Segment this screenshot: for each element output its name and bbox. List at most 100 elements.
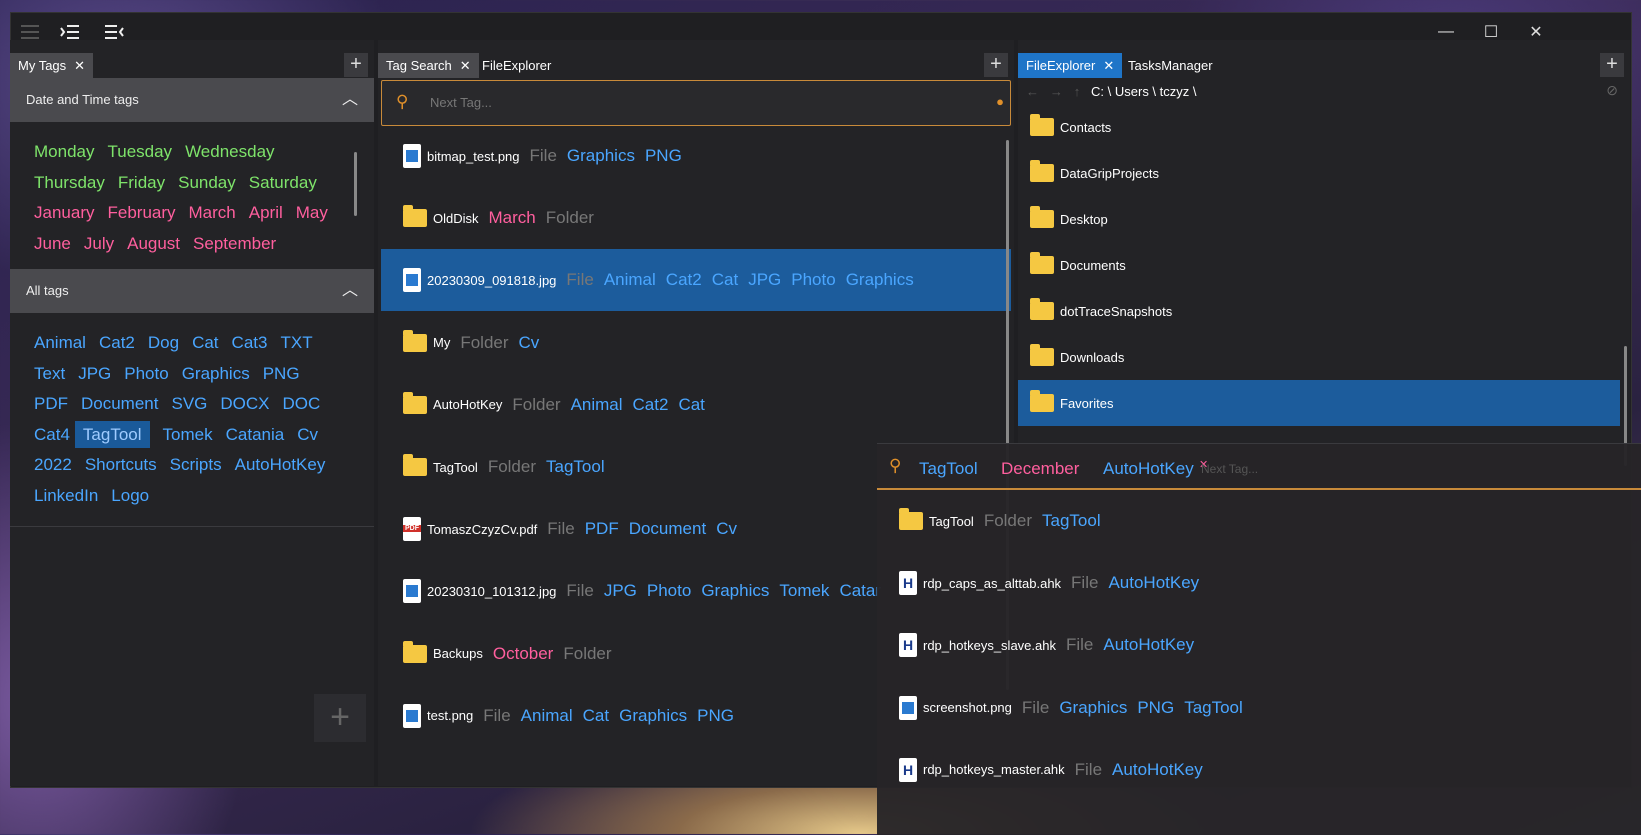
- tag-chip[interactable]: Friday: [118, 173, 165, 192]
- tag-label[interactable]: PNG: [1137, 698, 1174, 718]
- tag-label[interactable]: Graphics: [846, 270, 914, 290]
- tag-chip[interactable]: Tuesday: [107, 142, 172, 161]
- tab-file-explorer[interactable]: FileExplorer ✕: [1018, 53, 1123, 78]
- scrollbar[interactable]: [354, 152, 357, 216]
- tag-label[interactable]: File: [547, 519, 574, 539]
- microphone-icon[interactable]: ●: [996, 94, 1004, 109]
- tag-label[interactable]: Folder: [563, 644, 611, 664]
- tag-chip[interactable]: Animal: [34, 333, 86, 352]
- tag-chip[interactable]: AutoHotKey: [235, 455, 326, 474]
- back-arrow-icon[interactable]: ←: [1026, 84, 1039, 99]
- tag-label[interactable]: Cat: [678, 395, 704, 415]
- tag-label[interactable]: Animal: [604, 270, 656, 290]
- tag-chip[interactable]: TagTool: [919, 444, 978, 494]
- tag-label[interactable]: File: [566, 270, 593, 290]
- file-list-item[interactable]: Downloads: [1018, 334, 1620, 380]
- file-list-item[interactable]: Contacts: [1018, 104, 1620, 150]
- tag-label[interactable]: TagTool: [1042, 511, 1101, 531]
- all-tags-section-header[interactable]: All tags ︿: [10, 269, 374, 313]
- popup-search-input[interactable]: ⚲ TagTool December AutoHotKey ✕ Next Tag...: [877, 444, 1641, 490]
- tag-label[interactable]: AutoHotKey: [1112, 760, 1203, 780]
- popup-result-row[interactable]: TagTool Folder TagTool: [877, 490, 1641, 552]
- tag-chip[interactable]: TagTool: [74, 420, 150, 448]
- tag-chip[interactable]: July: [84, 234, 114, 253]
- tag-chip[interactable]: March: [189, 203, 236, 222]
- search-result-row[interactable]: My Folder Cv: [381, 312, 1011, 374]
- close-tab-icon[interactable]: ✕: [460, 58, 471, 73]
- tag-chip[interactable]: Scripts: [170, 455, 222, 474]
- tag-chip[interactable]: September: [193, 234, 276, 253]
- date-section-header[interactable]: Date and Time tags ︿: [10, 78, 374, 122]
- tag-chip[interactable]: Graphics: [182, 364, 250, 383]
- tag-chip[interactable]: Text: [34, 364, 65, 383]
- tag-label[interactable]: Animal: [521, 706, 573, 726]
- current-path[interactable]: C: \ Users \ tczyz \: [1091, 84, 1196, 99]
- tag-label[interactable]: Photo: [647, 581, 691, 601]
- tab-file-explorer[interactable]: FileExplorer: [474, 53, 559, 78]
- tag-chip[interactable]: TXT: [280, 333, 312, 352]
- tag-chip[interactable]: PDF: [34, 394, 68, 413]
- tag-chip[interactable]: Cat4: [34, 425, 70, 444]
- file-list-item[interactable]: dotTraceSnapshots: [1018, 288, 1620, 334]
- tag-label[interactable]: File: [483, 706, 510, 726]
- tag-chip[interactable]: SVG: [171, 394, 207, 413]
- forward-arrow-icon[interactable]: →: [1050, 84, 1063, 99]
- tag-label[interactable]: Catar: [839, 581, 881, 601]
- tag-chip[interactable]: JPG: [78, 364, 111, 383]
- chevron-up-icon[interactable]: ︿: [342, 269, 358, 313]
- tag-label[interactable]: PNG: [645, 146, 682, 166]
- tag-chip[interactable]: AutoHotKey: [1103, 444, 1194, 494]
- tag-label[interactable]: File: [1066, 635, 1093, 655]
- tag-chip[interactable]: January: [34, 203, 94, 222]
- tag-chip[interactable]: Document: [81, 394, 158, 413]
- tag-label[interactable]: Folder: [460, 333, 508, 353]
- tag-label[interactable]: AutoHotKey: [1108, 573, 1199, 593]
- tag-chip[interactable]: DOCX: [220, 394, 269, 413]
- popup-result-row[interactable]: Hrdp_hotkeys_master.ahk File AutoHotKey: [877, 739, 1641, 801]
- add-tab-button[interactable]: +: [1600, 53, 1624, 77]
- tag-chip[interactable]: Wednesday: [185, 142, 274, 161]
- tag-label[interactable]: PNG: [697, 706, 734, 726]
- tag-label[interactable]: File: [1022, 698, 1049, 718]
- tag-label[interactable]: JPG: [604, 581, 637, 601]
- search-result-row[interactable]: AutoHotKey Folder Animal Cat2 Cat: [381, 374, 1011, 436]
- tag-label[interactable]: Graphics: [701, 581, 769, 601]
- tag-label[interactable]: Folder: [512, 395, 560, 415]
- tag-chip[interactable]: Catania: [226, 425, 285, 444]
- tag-label[interactable]: Folder: [546, 208, 594, 228]
- tag-chip[interactable]: Cv: [297, 425, 318, 444]
- tag-label[interactable]: Graphics: [619, 706, 687, 726]
- popup-result-row[interactable]: Hrdp_caps_as_alttab.ahk File AutoHotKey: [877, 552, 1641, 614]
- tag-label[interactable]: AutoHotKey: [1103, 635, 1194, 655]
- tag-chip[interactable]: LinkedIn: [34, 486, 98, 505]
- tag-label[interactable]: Cv: [716, 519, 737, 539]
- tag-label[interactable]: TagTool: [1184, 698, 1243, 718]
- search-result-row[interactable]: OldDisk March Folder: [381, 187, 1011, 249]
- tab-my-tags[interactable]: My Tags ✕: [10, 53, 94, 78]
- search-result-row[interactable]: 20230309_091818.jpg File Animal Cat2 Cat JPG P…: [381, 249, 1011, 312]
- tag-chip[interactable]: DOC: [283, 394, 321, 413]
- tag-label[interactable]: Graphics: [1059, 698, 1127, 718]
- tab-tag-search[interactable]: Tag Search ✕: [378, 53, 479, 78]
- tag-chip[interactable]: June: [34, 234, 71, 253]
- tag-label[interactable]: Tomek: [779, 581, 829, 601]
- tag-chip[interactable]: 2022: [34, 455, 72, 474]
- tag-chip[interactable]: Logo: [111, 486, 149, 505]
- tag-chip[interactable]: December: [1001, 444, 1079, 494]
- search-result-row[interactable]: bitmap_test.png File Graphics PNG: [381, 125, 1011, 187]
- tag-label[interactable]: TagTool: [546, 457, 605, 477]
- tag-label[interactable]: JPG: [748, 270, 781, 290]
- tag-label[interactable]: Cv: [519, 333, 540, 353]
- tag-chip[interactable]: Tomek: [163, 425, 213, 444]
- tag-chip[interactable]: Shortcuts: [85, 455, 157, 474]
- tag-chip[interactable]: Dog: [148, 333, 179, 352]
- tag-chip[interactable]: PNG: [263, 364, 300, 383]
- close-tab-icon[interactable]: ✕: [74, 58, 85, 73]
- add-tab-button[interactable]: +: [344, 53, 368, 77]
- tag-chip[interactable]: Thursday: [34, 173, 105, 192]
- tag-chip[interactable]: Monday: [34, 142, 94, 161]
- tag-label[interactable]: Folder: [488, 457, 536, 477]
- tag-label[interactable]: File: [530, 146, 557, 166]
- tag-label[interactable]: Animal: [571, 395, 623, 415]
- tag-chip[interactable]: May: [296, 203, 328, 222]
